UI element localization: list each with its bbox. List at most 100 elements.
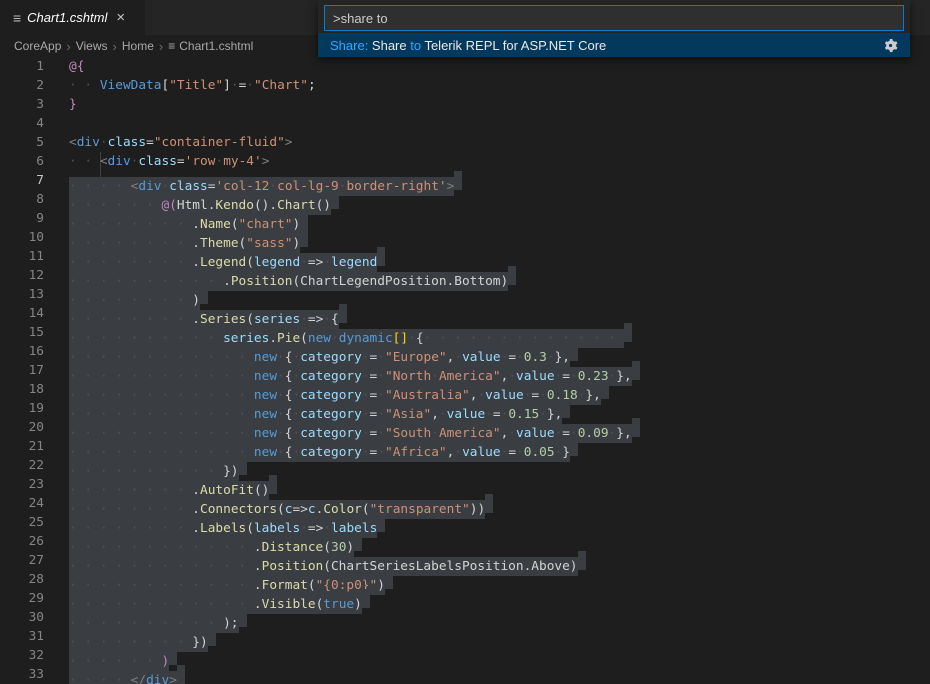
breadcrumb-separator-icon: › [159,39,163,54]
vscode-window: ≡ Chart1.cshtml × CoreApp›Views›Home›≡Ch… [0,0,930,684]
code-line[interactable]: · · · · · · · · .Series(series·=>·{ [69,304,930,323]
line-number[interactable]: 22 [0,456,69,475]
code-line[interactable]: · · · · · · · · · · · · new·{·category·=… [69,342,930,361]
line-number[interactable]: 25 [0,513,69,532]
line-number[interactable]: 27 [0,551,69,570]
line-number[interactable]: 31 [0,627,69,646]
selection-newline [339,304,347,323]
breadcrumb-item-chart1-cshtml[interactable]: Chart1.cshtml [179,39,253,53]
selection-newline [331,190,339,209]
selection-newline [562,399,570,418]
code-line[interactable]: · · · · · · · · .Theme("sass") [69,228,930,247]
line-number[interactable]: 20 [0,418,69,437]
line-number[interactable]: 7 [0,171,69,190]
line-number[interactable]: 24 [0,494,69,513]
line-number[interactable]: 19 [0,399,69,418]
selection-newline [300,228,308,247]
code-line[interactable]: · · · · · · · · · · .Position(ChartLegen… [69,266,930,285]
line-number[interactable]: 12 [0,266,69,285]
command-palette: Share: Share to Telerik REPL for ASP.NET… [318,0,910,57]
line-number[interactable]: 28 [0,570,69,589]
line-number[interactable]: 21 [0,437,69,456]
line-number[interactable]: 15 [0,323,69,342]
gear-icon[interactable] [883,38,898,53]
line-number[interactable]: 9 [0,209,69,228]
code-line[interactable]: <div·class="container-fluid"> [69,133,930,152]
selection-newline [454,171,462,190]
selection-newline [508,266,516,285]
line-number[interactable]: 6 [0,152,69,171]
code-line[interactable]: · · · · · · · · .Labels(labels·=>·labels [69,513,930,532]
code-line[interactable]: · · · · · · @(Html.Kendo().Chart() [69,190,930,209]
line-number[interactable]: 8 [0,190,69,209]
line-number[interactable]: 10 [0,228,69,247]
selection-newline [632,361,640,380]
selection-newline [624,323,632,342]
code-line[interactable] [69,114,930,133]
selection-newline [377,513,385,532]
code-line[interactable]: · · · · · · · · · · · · .Distance(30) [69,532,930,551]
line-number[interactable]: 13 [0,285,69,304]
code-line[interactable]: · · · · · · · · .AutoFit() [69,475,930,494]
selection-newline [578,551,586,570]
line-number[interactable]: 11 [0,247,69,266]
match-highlight: to [410,38,421,53]
code-line[interactable]: · · · · · · · · .Name("chart") [69,209,930,228]
code-line[interactable]: · · · · · · · · · · · · new·{·category·=… [69,437,930,456]
line-number[interactable]: 33 [0,665,69,684]
line-number[interactable]: 18 [0,380,69,399]
code-line[interactable]: · · · · · · · · · · series.Pie(new·dynam… [69,323,930,342]
code-line[interactable]: } [69,95,930,114]
code-line[interactable]: · · · · · · · · .Legend(legend·=>·legend [69,247,930,266]
line-number[interactable]: 14 [0,304,69,323]
code-line[interactable]: · · ViewData["Title"]·=·"Chart"; [69,76,930,95]
line-number[interactable]: 17 [0,361,69,380]
match-highlight: Share: [330,38,368,53]
line-number[interactable]: 29 [0,589,69,608]
code-line[interactable]: · · · · </div> [69,665,930,684]
line-number-gutter: 1234567891011121314151617181920212223242… [0,57,69,684]
code-line[interactable]: · · · · <div·class='col-12·col-lg-9·bord… [69,171,930,190]
line-number[interactable]: 5 [0,133,69,152]
line-number[interactable]: 2 [0,76,69,95]
tab-chart1-cshtml[interactable]: ≡ Chart1.cshtml × [0,0,145,35]
code-line[interactable]: · · · · · · · · .Connectors(c=>c.Color("… [69,494,930,513]
palette-result-label: Share: Share to Telerik REPL for ASP.NET… [330,38,883,53]
line-number[interactable]: 30 [0,608,69,627]
line-number[interactable]: 4 [0,114,69,133]
command-input[interactable] [324,5,904,31]
code-line[interactable]: · · · · · · · · · · · · .Visible(true) [69,589,930,608]
line-number[interactable]: 16 [0,342,69,361]
breadcrumb-separator-icon: › [66,39,70,54]
code-line[interactable]: · · · · · · · · · · · · .Position(ChartS… [69,551,930,570]
code-line[interactable]: · · · · · · · · · · ); [69,608,930,627]
line-number[interactable]: 3 [0,95,69,114]
code-line[interactable]: · · · · · · · · · · · · new·{·category·=… [69,399,930,418]
breadcrumb-item-home[interactable]: Home [122,39,154,53]
code-line[interactable]: · · <div·class='row·my-4'> [69,152,930,171]
selection-newline [485,494,493,513]
selection-newline [169,646,177,665]
result-text: Telerik REPL for ASP.NET Core [421,38,606,53]
code-line[interactable]: · · · · · · · · · · · · new·{·category·=… [69,380,930,399]
code-editor[interactable]: 1234567891011121314151617181920212223242… [0,57,930,684]
code-line[interactable]: · · · · · · · · · · · · new·{·category·=… [69,418,930,437]
code-line[interactable]: · · · · · · · · }) [69,627,930,646]
line-number[interactable]: 32 [0,646,69,665]
selection-newline [269,475,277,494]
close-icon[interactable]: × [116,9,125,26]
selection-newline [570,437,578,456]
selection-newline [570,342,578,361]
breadcrumb-item-views[interactable]: Views [76,39,108,53]
code-line[interactable]: @{ [69,57,930,76]
tab-label: Chart1.cshtml [27,10,107,25]
palette-result-row[interactable]: Share: Share to Telerik REPL for ASP.NET… [318,33,910,57]
breadcrumb-item-coreapp[interactable]: CoreApp [14,39,61,53]
file-icon: ≡ [13,11,21,25]
line-number[interactable]: 23 [0,475,69,494]
code-line[interactable]: · · · · · · · · · · · · new·{·category·=… [69,361,930,380]
line-number[interactable]: 26 [0,532,69,551]
line-number[interactable]: 1 [0,57,69,76]
selection-newline [385,570,393,589]
result-text: Share [368,38,410,53]
